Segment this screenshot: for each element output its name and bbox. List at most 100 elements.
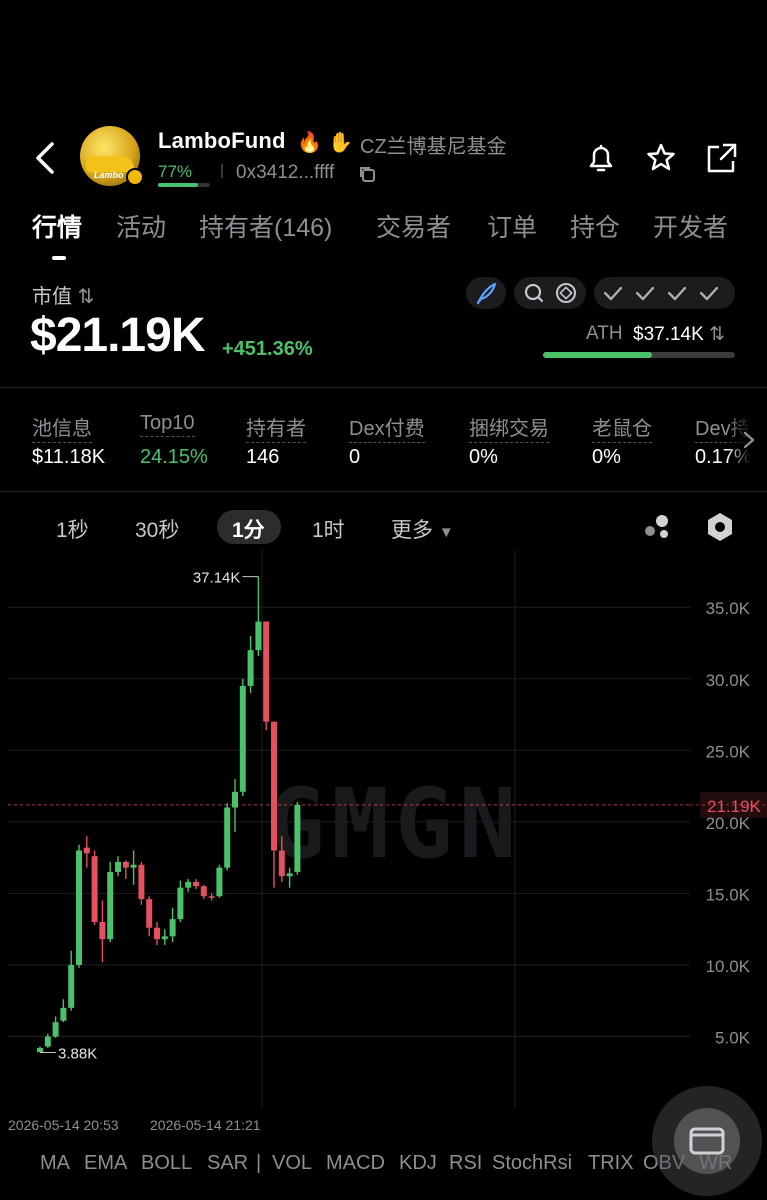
search-icon xyxy=(524,283,544,303)
tab-traders[interactable]: 交易者 xyxy=(376,208,451,244)
indicator-ema[interactable]: EMA xyxy=(84,1152,127,1175)
candle-body xyxy=(122,861,129,868)
candle-body xyxy=(263,621,270,722)
bonding-progress-bar xyxy=(158,183,210,187)
stat-value-top10: 24.15% xyxy=(140,446,208,468)
chain-icon xyxy=(556,283,576,303)
candle-body xyxy=(169,919,176,937)
indicator-macd[interactable]: MACD xyxy=(326,1152,385,1175)
stat-label-pool[interactable]: 池信息 xyxy=(32,412,92,443)
candle-body xyxy=(146,899,153,928)
divider xyxy=(0,491,767,492)
timeframe-1m[interactable]: 1分 xyxy=(232,514,265,544)
search-chain-badge[interactable] xyxy=(514,277,586,309)
candle-body xyxy=(130,864,137,868)
feather-badge[interactable] xyxy=(466,277,506,309)
indicator-sar[interactable]: SAR xyxy=(207,1152,248,1175)
bubbles-icon[interactable] xyxy=(640,512,674,542)
candle-body xyxy=(247,650,254,686)
stat-label-rat-trading[interactable]: 老鼠仓 xyxy=(592,412,652,443)
candle-body xyxy=(107,871,114,940)
candle-body xyxy=(271,721,277,851)
candle-body xyxy=(76,850,82,965)
stat-label-dex-paid[interactable]: Dex付费 xyxy=(349,412,425,443)
back-arrow-icon[interactable] xyxy=(28,138,64,178)
ath-progress-bar xyxy=(543,352,735,358)
indicator-boll[interactable]: BOLL xyxy=(141,1152,192,1175)
chain-badge-icon xyxy=(126,168,144,186)
y-axis-tick-label: 15.0K xyxy=(706,885,751,904)
market-cap-value: $21.19K xyxy=(30,309,205,362)
tab-activity[interactable]: 活动 xyxy=(116,208,166,244)
x-axis-tick-label: 2026-05-14 21:21 xyxy=(150,1117,261,1133)
chevron-right-icon[interactable] xyxy=(740,430,758,450)
candle-body xyxy=(60,1007,67,1021)
share-icon[interactable] xyxy=(704,140,738,176)
timeframe-1s[interactable]: 1秒 xyxy=(56,514,89,544)
bell-icon[interactable] xyxy=(584,140,618,176)
candle-body xyxy=(193,881,199,887)
candle-body xyxy=(286,873,293,877)
divider xyxy=(0,387,767,388)
candle-body xyxy=(208,896,215,898)
tab-positions[interactable]: 持仓 xyxy=(570,208,620,244)
indicator-vol[interactable]: VOL xyxy=(272,1152,312,1175)
settings-hexagon-icon[interactable] xyxy=(704,511,736,543)
token-name: LamboFund xyxy=(158,128,286,153)
contract-address[interactable]: 0x3412...ffff xyxy=(236,162,334,184)
indicator-stochrsi[interactable]: StochRsi xyxy=(492,1152,572,1175)
candle-body xyxy=(91,856,98,922)
candle-body xyxy=(161,936,168,940)
candle-body xyxy=(200,886,207,897)
copy-icon[interactable] xyxy=(358,165,376,183)
candle-body xyxy=(115,861,121,872)
candle-body xyxy=(99,922,106,940)
market-cap-change: +451.36% xyxy=(222,338,313,360)
candle-body xyxy=(216,867,223,897)
candle-body xyxy=(138,864,145,900)
indicator-trix[interactable]: TRIX xyxy=(588,1152,634,1175)
candle-body xyxy=(224,807,231,868)
stat-label-bundle[interactable]: 捆绑交易 xyxy=(469,412,549,443)
y-axis-tick-label: 10.0K xyxy=(706,957,751,976)
security-checks[interactable] xyxy=(594,277,735,309)
y-axis-tick-label: 35.0K xyxy=(706,599,751,618)
address-separator xyxy=(221,164,223,178)
ath-value[interactable]: $37.14K ⇅ xyxy=(633,323,725,346)
tab-market[interactable]: 行情 xyxy=(32,208,82,244)
candle-body xyxy=(154,927,160,940)
star-icon[interactable] xyxy=(644,140,678,176)
tab-developer[interactable]: 开发者 xyxy=(653,208,728,244)
tab-holders[interactable]: 持有者(146) xyxy=(199,208,332,244)
stat-label-top10[interactable]: Top10 xyxy=(140,412,195,437)
indicator-ma[interactable]: MA xyxy=(40,1152,70,1175)
y-axis-tick-label: 25.0K xyxy=(706,742,751,761)
timeframe-30s[interactable]: 30秒 xyxy=(135,514,179,544)
candle-body xyxy=(239,685,246,792)
current-price-label: 21.19K xyxy=(707,797,762,816)
indicator-kdj[interactable]: KDJ xyxy=(399,1152,437,1175)
timeframe-more[interactable]: 更多 ▼ xyxy=(391,514,454,544)
feather-icon xyxy=(476,282,497,305)
timeframe-1h[interactable]: 1时 xyxy=(312,514,345,544)
tab-orders[interactable]: 订单 xyxy=(487,208,537,244)
stat-value-rat-trading: 0% xyxy=(592,446,621,468)
candle-body xyxy=(44,1036,51,1047)
min-price-annotation: 3.88K xyxy=(58,1045,97,1062)
candle-body xyxy=(177,887,184,920)
market-cap-label[interactable]: 市值 ⇅ xyxy=(32,280,94,309)
candle-body xyxy=(232,791,238,808)
stat-value-holders: 146 xyxy=(246,446,280,468)
stat-label-holders[interactable]: 持有者 xyxy=(246,412,306,443)
stat-value-bundle: 0% xyxy=(469,446,498,468)
indicator-rsi[interactable]: RSI xyxy=(449,1152,482,1175)
chart-watermark: GMGN xyxy=(267,768,522,880)
stat-value-pool: $11.18K xyxy=(32,446,106,468)
price-chart[interactable]: 35.0K30.0K25.0K20.0K15.0K10.0K5.0KGMGN 21… xyxy=(0,550,767,1140)
candle-body xyxy=(294,804,301,872)
max-price-annotation: 37.14K xyxy=(193,570,241,587)
candle-body xyxy=(185,881,192,888)
check-icons xyxy=(603,286,719,301)
candle-body xyxy=(83,847,90,854)
wallet-button[interactable] xyxy=(652,1086,762,1196)
